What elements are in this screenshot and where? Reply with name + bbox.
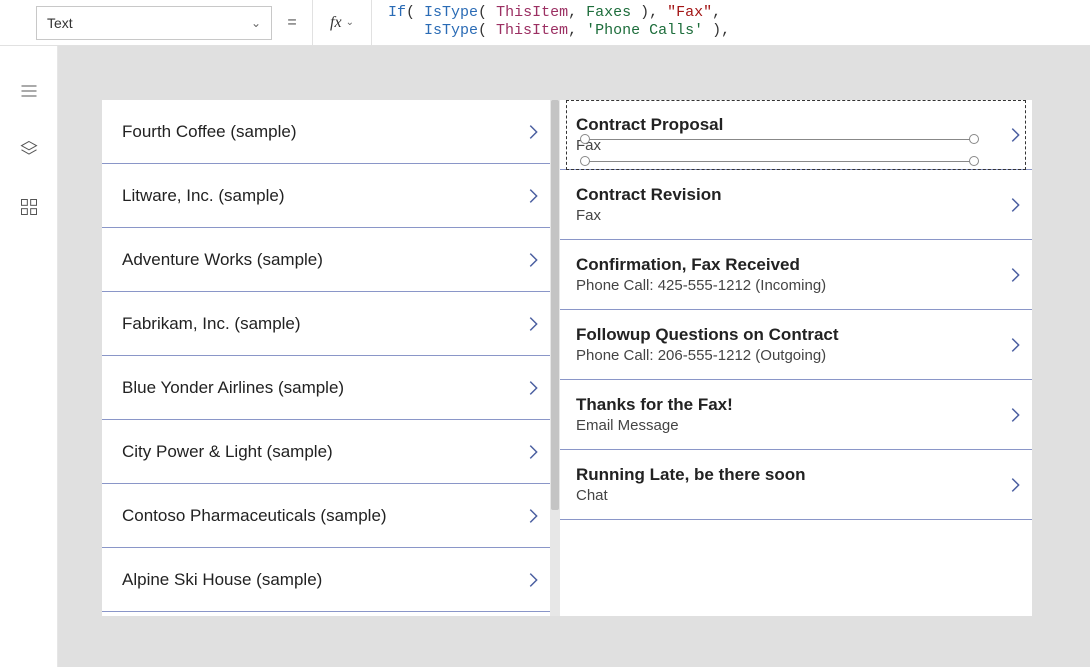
chevron-right-icon[interactable] <box>522 121 544 143</box>
activity-row[interactable]: Followup Questions on Contract Phone Call… <box>560 310 1032 380</box>
account-row[interactable]: Litware, Inc. (sample) <box>102 164 550 228</box>
activity-title: Confirmation, Fax Received <box>576 255 826 275</box>
formula-input[interactable]: If( IsType( ThisItem, Faxes ), "Fax", Is… <box>372 0 1090 46</box>
chevron-right-icon[interactable] <box>522 377 544 399</box>
account-name: Adventure Works (sample) <box>122 250 323 270</box>
activity-row[interactable]: Thanks for the Fax! Email Message <box>560 380 1032 450</box>
equals-sign: = <box>272 14 312 32</box>
account-row[interactable]: Contoso Pharmaceuticals (sample) <box>102 484 550 548</box>
fx-button[interactable]: fx ⌄ <box>312 0 372 46</box>
components-icon[interactable] <box>18 196 40 218</box>
app-canvas: Fourth Coffee (sample) Litware, Inc. (sam… <box>102 100 1032 616</box>
account-name: Fourth Coffee (sample) <box>122 122 296 142</box>
accounts-gallery[interactable]: Fourth Coffee (sample) Litware, Inc. (sam… <box>102 100 550 616</box>
chevron-right-icon[interactable] <box>1004 264 1026 286</box>
scrollbar[interactable] <box>550 100 560 616</box>
activity-subtitle: Email Message <box>576 417 733 434</box>
property-dropdown[interactable]: Text ⌄ <box>36 6 272 40</box>
activity-title: Contract Proposal <box>576 115 723 135</box>
chevron-right-icon[interactable] <box>1004 404 1026 426</box>
chevron-down-icon: ⌄ <box>346 17 354 28</box>
account-row[interactable]: Fabrikam, Inc. (sample) <box>102 292 550 356</box>
account-row[interactable]: City Power & Light (sample) <box>102 420 550 484</box>
property-dropdown-label: Text <box>47 15 73 31</box>
activity-row[interactable]: Running Late, be there soon Chat <box>560 450 1032 520</box>
account-row[interactable]: Fourth Coffee (sample) <box>102 100 550 164</box>
activity-title: Thanks for the Fax! <box>576 395 733 415</box>
chevron-down-icon: ⌄ <box>251 16 261 30</box>
account-name: Contoso Pharmaceuticals (sample) <box>122 506 387 526</box>
chevron-right-icon[interactable] <box>522 569 544 591</box>
chevron-right-icon[interactable] <box>522 185 544 207</box>
activities-gallery[interactable]: Contract Proposal Fax Contract Revision Fax… <box>560 100 1032 616</box>
chevron-right-icon[interactable] <box>1004 334 1026 356</box>
hamburger-icon[interactable] <box>18 80 40 102</box>
left-rail <box>0 46 58 667</box>
activity-row[interactable]: Contract Revision Fax <box>560 170 1032 240</box>
activity-text: Followup Questions on Contract Phone Call… <box>576 325 839 364</box>
chevron-right-icon[interactable] <box>1004 474 1026 496</box>
canvas-area[interactable]: Fourth Coffee (sample) Litware, Inc. (sam… <box>58 46 1090 667</box>
activity-row[interactable]: Confirmation, Fax Received Phone Call: 42… <box>560 240 1032 310</box>
scrollbar-thumb[interactable] <box>551 100 559 510</box>
account-name: Alpine Ski House (sample) <box>122 570 322 590</box>
activity-subtitle: Chat <box>576 487 806 504</box>
activity-title: Running Late, be there soon <box>576 465 806 485</box>
chevron-right-icon[interactable] <box>522 249 544 271</box>
chevron-right-icon[interactable] <box>1004 124 1026 146</box>
activity-row[interactable]: Contract Proposal Fax <box>560 100 1032 170</box>
activity-title: Followup Questions on Contract <box>576 325 839 345</box>
chevron-right-icon[interactable] <box>522 441 544 463</box>
account-name: Blue Yonder Airlines (sample) <box>122 378 344 398</box>
activity-subtitle: Phone Call: 425-555-1212 (Incoming) <box>576 277 826 294</box>
workspace: Fourth Coffee (sample) Litware, Inc. (sam… <box>0 46 1090 667</box>
account-row[interactable]: Alpine Ski House (sample) <box>102 548 550 612</box>
account-row[interactable]: Adventure Works (sample) <box>102 228 550 292</box>
activity-text: Contract Proposal Fax <box>576 115 723 154</box>
account-name: City Power & Light (sample) <box>122 442 333 462</box>
chevron-right-icon[interactable] <box>1004 194 1026 216</box>
fx-icon: fx <box>330 14 342 32</box>
formula-bar: Text ⌄ = fx ⌄ If( IsType( ThisItem, Faxe… <box>0 0 1090 46</box>
account-row[interactable]: Blue Yonder Airlines (sample) <box>102 356 550 420</box>
activity-text: Confirmation, Fax Received Phone Call: 42… <box>576 255 826 294</box>
activity-subtitle: Fax <box>576 207 721 224</box>
account-name: Litware, Inc. (sample) <box>122 186 285 206</box>
layers-icon[interactable] <box>18 138 40 160</box>
activity-subtitle: Fax <box>576 137 723 154</box>
chevron-right-icon[interactable] <box>522 313 544 335</box>
chevron-right-icon[interactable] <box>522 505 544 527</box>
activity-subtitle: Phone Call: 206-555-1212 (Outgoing) <box>576 347 839 364</box>
activity-text: Running Late, be there soon Chat <box>576 465 806 504</box>
activity-text: Thanks for the Fax! Email Message <box>576 395 733 434</box>
activity-title: Contract Revision <box>576 185 721 205</box>
account-name: Fabrikam, Inc. (sample) <box>122 314 301 334</box>
activity-text: Contract Revision Fax <box>576 185 721 224</box>
